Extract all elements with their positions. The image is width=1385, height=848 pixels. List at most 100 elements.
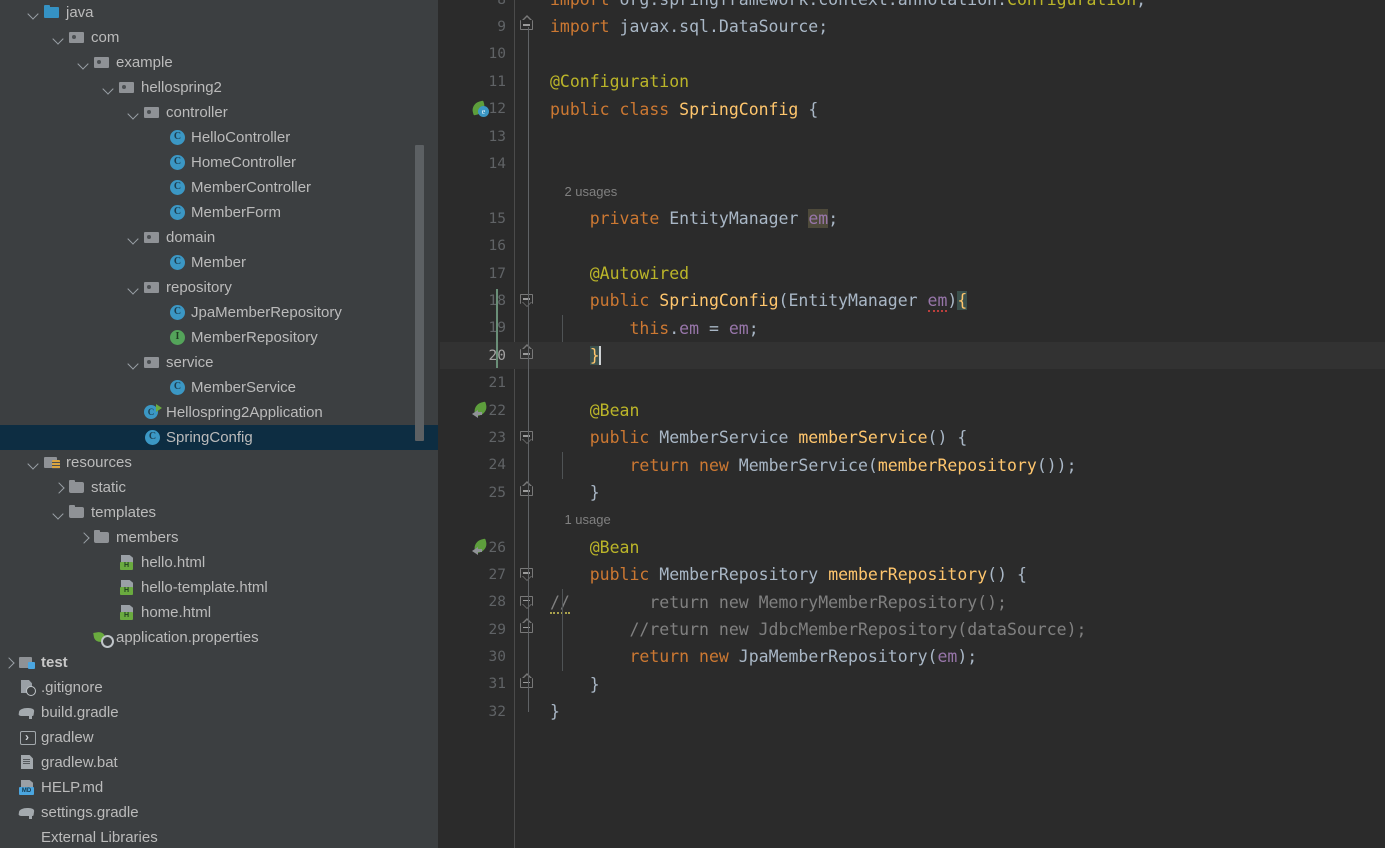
code-text[interactable]: } [542, 479, 1385, 506]
spring-bean-icon[interactable] [472, 538, 489, 556]
usage-hint-label[interactable]: 1 usage [542, 506, 1385, 533]
fold-column[interactable] [512, 287, 542, 314]
fold-end-icon[interactable] [520, 344, 533, 362]
fold-column[interactable] [512, 369, 542, 396]
code-line-11[interactable]: 11 @Configuration [440, 68, 1385, 95]
code-line-10[interactable]: 10 [440, 41, 1385, 68]
fold-column[interactable] [512, 397, 542, 424]
line-number-gutter[interactable]: 24 [440, 452, 512, 479]
code-line-31[interactable]: 31 } [440, 671, 1385, 698]
code-text[interactable]: // return new MemoryMemberRepository(); [542, 589, 1385, 616]
code-text[interactable]: @Bean [542, 397, 1385, 424]
fold-collapse-icon[interactable] [520, 294, 533, 308]
chevron-right-icon[interactable] [77, 531, 91, 545]
fold-column[interactable] [512, 342, 542, 369]
tree-item-homecontroller[interactable]: HomeController [0, 150, 440, 175]
code-line-8[interactable]: 8 import org.springframework.context.anno… [440, 0, 1385, 13]
tree-item-hellospring2[interactable]: hellospring2 [0, 75, 440, 100]
code-text[interactable]: return new MemberService(memberRepositor… [542, 452, 1385, 479]
tree-item-gradlew-bat[interactable]: gradlew.bat [0, 750, 440, 775]
code-line-14[interactable]: 14 [440, 150, 1385, 177]
chevron-down-icon[interactable] [127, 281, 141, 295]
chevron-down-icon[interactable] [102, 81, 116, 95]
line-number-gutter[interactable]: 19 [440, 315, 512, 342]
fold-column[interactable] [512, 479, 542, 506]
tree-item-memberrepository[interactable]: MemberRepository [0, 325, 440, 350]
line-number-gutter[interactable]: 32 [440, 698, 512, 725]
chevron-down-icon[interactable] [27, 6, 41, 20]
line-number-gutter[interactable]: 17 [440, 260, 512, 287]
code-text[interactable]: } [542, 698, 1385, 725]
code-text[interactable]: this.em = em; [542, 315, 1385, 342]
code-line-32[interactable]: 32} [440, 698, 1385, 725]
tree-item-java[interactable]: java [0, 0, 440, 25]
code-line-30[interactable]: 30 return new JpaMemberRepository(em); [440, 643, 1385, 670]
tree-item-member[interactable]: Member [0, 250, 440, 275]
code-text[interactable] [542, 41, 1385, 68]
code-line-16[interactable]: 16 [440, 233, 1385, 260]
tree-item-hellocontroller[interactable]: HelloController [0, 125, 440, 150]
fold-column[interactable] [512, 671, 542, 698]
tree-item-members[interactable]: members [0, 525, 440, 550]
code-text[interactable]: //return new JdbcMemberRepository(dataSo… [542, 616, 1385, 643]
fold-end-icon[interactable] [520, 672, 533, 691]
tree-item-memberservice[interactable]: MemberService [0, 375, 440, 400]
chevron-down-icon[interactable] [127, 106, 141, 120]
code-line-21[interactable]: 21 [440, 369, 1385, 396]
line-number-gutter[interactable]: 22 [440, 397, 512, 424]
line-number-gutter[interactable]: 13 [440, 123, 512, 150]
code-text[interactable]: return new JpaMemberRepository(em); [542, 643, 1385, 670]
code-line-19[interactable]: 19 this.em = em; [440, 315, 1385, 342]
code-text[interactable]: } [542, 671, 1385, 698]
code-text[interactable]: } [542, 342, 1385, 369]
code-line-17[interactable]: 17 @Autowired [440, 260, 1385, 287]
tree-item-resources[interactable]: resources [0, 450, 440, 475]
code-line-23[interactable]: 23 public MemberService memberService() … [440, 424, 1385, 451]
tree-item-settings-gradle[interactable]: settings.gradle [0, 800, 440, 825]
line-number-gutter[interactable]: 16 [440, 233, 512, 260]
tree-item-hello-html[interactable]: hello.html [0, 550, 440, 575]
chevron-down-icon[interactable] [52, 31, 66, 45]
chevron-right-icon[interactable] [2, 656, 16, 670]
code-text[interactable]: private EntityManager em; [542, 205, 1385, 232]
fold-end-icon[interactable] [520, 617, 533, 636]
fold-column[interactable] [512, 0, 542, 13]
line-number-gutter[interactable]: 12 e [440, 96, 512, 123]
fold-column[interactable] [512, 13, 542, 40]
fold-column[interactable] [512, 561, 542, 588]
line-number-gutter[interactable]: 29 [440, 616, 512, 643]
code-text[interactable] [542, 150, 1385, 177]
line-number-gutter[interactable]: 25 [440, 479, 512, 506]
fold-column[interactable] [512, 698, 542, 725]
tree-item-help-md[interactable]: HELP.md [0, 775, 440, 800]
code-text[interactable]: import javax.sql.DataSource; [542, 13, 1385, 40]
fold-column[interactable] [512, 68, 542, 95]
tree-item-home-html[interactable]: home.html [0, 600, 440, 625]
line-number-gutter[interactable]: 28 [440, 589, 512, 616]
chevron-down-icon[interactable] [127, 231, 141, 245]
code-line-20[interactable]: 20 } [440, 342, 1385, 370]
code-line-26[interactable]: 26 @Bean [440, 534, 1385, 561]
tree-item-gitignore[interactable]: .gitignore [0, 675, 440, 700]
editor-lines[interactable]: 8 import org.springframework.context.anno… [440, 0, 1385, 726]
tree-item-controller[interactable]: controller [0, 100, 440, 125]
line-number-gutter[interactable]: 10 [440, 41, 512, 68]
code-text[interactable]: public class SpringConfig { [542, 96, 1385, 123]
chevron-down-icon[interactable] [27, 456, 41, 470]
code-text[interactable]: @Autowired [542, 260, 1385, 287]
code-line-12[interactable]: 12 e public class SpringConfig { [440, 96, 1385, 123]
code-text[interactable]: public MemberService memberService() { [542, 424, 1385, 451]
line-number-gutter[interactable]: 9 [440, 13, 512, 40]
code-line-29[interactable]: 29 //return new JdbcMemberRepository(dat… [440, 616, 1385, 643]
code-line-24[interactable]: 24 return new MemberService(memberReposi… [440, 452, 1385, 479]
spring-bean-icon[interactable] [472, 401, 489, 419]
line-number-gutter[interactable]: 26 [440, 534, 512, 561]
code-text[interactable]: import org.springframework.context.annot… [542, 0, 1385, 13]
tree-item-gradlew[interactable]: gradlew [0, 725, 440, 750]
project-file-tree[interactable]: java com example hellospring2 controller Hell… [0, 0, 440, 848]
editor-pane[interactable]: 8 import org.springframework.context.anno… [440, 0, 1385, 848]
fold-end-icon[interactable] [520, 481, 533, 499]
code-line-9[interactable]: 9 import javax.sql.DataSource; [440, 13, 1385, 40]
tree-item-jpamemberrepository[interactable]: JpaMemberRepository [0, 300, 440, 325]
tree-item-hellospring2application[interactable]: C Hellospring2Application [0, 400, 440, 425]
